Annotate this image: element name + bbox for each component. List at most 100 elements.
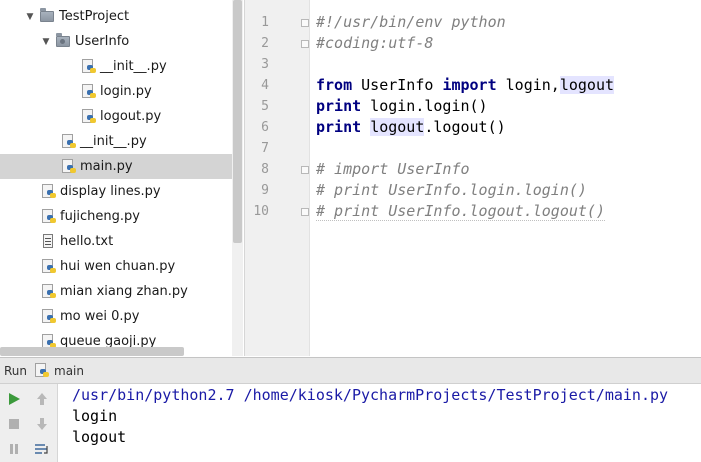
tree-item-label: hui wen chuan.py [60,259,176,274]
tree-horizontal-scroll-thumb[interactable] [0,347,184,356]
project-tree: ▼ TestProject ▼ UserInfo __init__.py log… [0,0,243,356]
run-tab-label[interactable]: Run [4,364,27,378]
python-file-icon [42,283,56,300]
tree-item-label: __init__.py [100,59,167,74]
module-name: UserInfo [352,76,443,94]
python-file-icon [42,308,56,325]
rerun-button[interactable] [4,389,24,409]
python-file-icon [42,208,56,225]
tree-item-label: logout.py [100,109,162,124]
python-run-config-icon [35,362,50,379]
tree-item-label: display lines.py [60,184,161,199]
tree-file-root-init[interactable]: __init__.py [0,129,232,154]
scroll-up-button[interactable] [32,389,52,409]
fold-marker-icon[interactable] [301,166,309,174]
comment-text: # import UserInfo [316,160,470,178]
tree-file-login[interactable]: login.py [0,79,232,104]
python-file-icon [62,133,76,150]
tree-file-mian-xiang-zhan[interactable]: mian xiang zhan.py [0,279,232,304]
line-number: 6 [261,120,269,135]
scroll-down-button[interactable] [32,414,52,434]
run-toolbar [0,384,58,462]
python-file-icon [62,158,76,175]
tree-root-testproject[interactable]: ▼ TestProject [0,4,232,29]
line-number: 2 [261,36,269,51]
tree-file-mo-wei-0[interactable]: mo wei 0.py [0,304,232,329]
keyword-print: print [316,97,362,115]
highlighted-identifier: logout [559,76,615,94]
code-text: .logout() [424,118,506,136]
comment-text: # print UserInfo.logout.logout() [316,202,605,221]
python-file-icon [42,183,56,200]
console-output-line: logout [72,428,127,446]
tree-file-fujicheng[interactable]: fujicheng.py [0,204,232,229]
text-file-icon [42,233,56,250]
tree-vertical-scroll-thumb[interactable] [233,0,242,243]
code-line-6: print logout.logout() [316,117,506,138]
coding-comment: #coding:utf-8 [316,34,434,52]
tree-item-label: UserInfo [75,34,130,49]
fold-marker-icon[interactable] [301,208,309,216]
line-number: 3 [261,57,269,72]
tree-item-label: main.py [80,159,133,174]
line-number: 4 [261,78,269,93]
tree-file-userinfo-init[interactable]: __init__.py [0,54,232,79]
keyword-import: import [442,76,497,94]
tree-package-userinfo[interactable]: ▼ UserInfo [0,29,232,54]
console-command-line: /usr/bin/python2.7 /home/kiosk/PycharmPr… [72,386,669,404]
console-output-line: login [72,407,118,425]
tree-item-label: login.py [100,84,152,99]
pause-button[interactable] [4,439,24,459]
python-file-icon [42,258,56,275]
python-file-icon [82,58,96,75]
tree-item-label: mo wei 0.py [60,309,140,324]
code-editor[interactable]: #!/usr/bin/env python #coding:utf-8 from… [310,0,701,356]
tree-item-label: mian xiang zhan.py [60,284,188,299]
folder-icon [40,8,54,22]
stop-icon [9,419,19,429]
tree-file-display-lines[interactable]: display lines.py [0,179,232,204]
imported-names: login, [496,76,560,94]
tree-file-hui-wen-chuan[interactable]: hui wen chuan.py [0,254,232,279]
keyword-print: print [316,118,362,136]
code-line-1: #!/usr/bin/env python [316,12,506,33]
tree-item-label: TestProject [59,9,130,24]
soft-wrap-icon [35,444,48,454]
line-number: 5 [261,99,269,114]
arrow-down-icon [37,418,47,430]
code-line-8: # import UserInfo [316,159,470,180]
code-line-5: print login.login() [316,96,488,117]
tree-file-main[interactable]: main.py [0,154,232,179]
line-number: 10 [253,204,269,219]
python-file-icon [82,83,96,100]
run-panel-header: Run main [0,357,701,384]
tree-item-label: __init__.py [80,134,147,149]
soft-wrap-button[interactable] [32,439,52,459]
keyword-from: from [316,76,353,94]
run-config-name[interactable]: main [54,364,84,378]
code-line-2: #coding:utf-8 [316,33,433,54]
code-line-10: # print UserInfo.logout.logout() [316,201,605,222]
fold-marker-icon[interactable] [301,40,309,48]
python-file-icon [82,108,96,125]
code-line-4: from UserInfo import login,logout [316,75,615,96]
shebang-comment: #!/usr/bin/env python [316,13,506,31]
tree-file-hello-txt[interactable]: hello.txt [0,229,232,254]
tree-item-label: hello.txt [60,234,114,249]
run-console-output[interactable]: /usr/bin/python2.7 /home/kiosk/PycharmPr… [58,384,701,462]
arrow-up-icon [37,393,47,405]
package-folder-icon [56,33,70,47]
expand-arrow-icon[interactable]: ▼ [40,37,52,47]
pause-icon [10,444,18,454]
line-number: 7 [261,141,269,156]
tree-file-logout[interactable]: logout.py [0,104,232,129]
play-icon [9,393,20,405]
stop-button[interactable] [4,414,24,434]
fold-marker-icon[interactable] [301,19,309,27]
line-number: 9 [261,183,269,198]
expand-arrow-icon[interactable]: ▼ [24,12,36,22]
code-text: login.login() [361,97,488,115]
editor-gutter: 1 2 3 4 5 6 7 8 9 10 [244,0,310,356]
highlighted-identifier: logout [370,118,425,136]
code-line-9: # print UserInfo.login.login() [316,180,587,201]
